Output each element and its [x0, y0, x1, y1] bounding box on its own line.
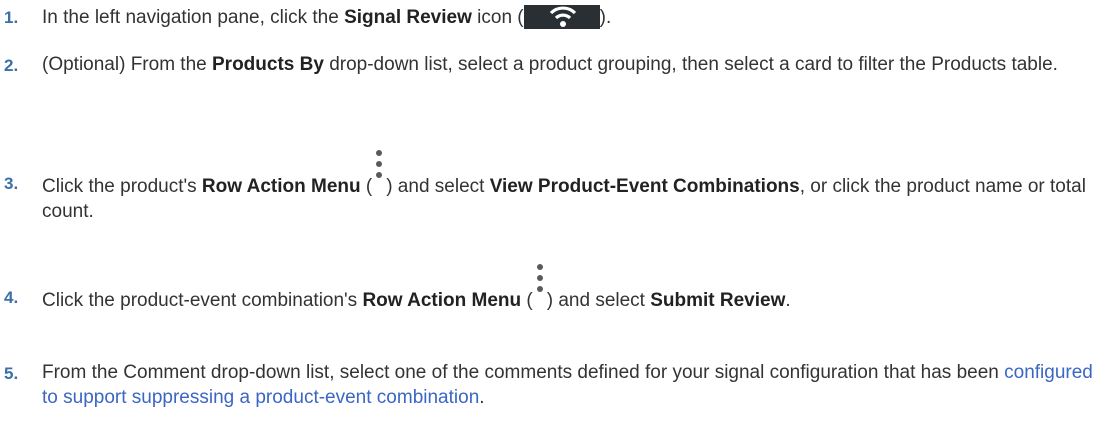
step-number: 1. [4, 8, 19, 27]
kebab-menu-icon [533, 264, 547, 306]
step-number: 3. [4, 174, 19, 193]
step-text: Click the product-event combination's Ro… [42, 264, 1102, 313]
step-number: 2. [4, 56, 19, 75]
step-number: 4. [4, 288, 19, 307]
row-action-menu-label: Row Action Menu [201, 176, 361, 197]
products-by-label: Products By [212, 54, 324, 75]
step-text: Click the product's Row Action Menu () a… [42, 150, 1102, 224]
step-text: In the left navigation pane, click the S… [42, 5, 612, 29]
step-text: From the Comment drop-down list, select … [42, 362, 1093, 408]
signal-review-label: Signal Review [344, 7, 472, 28]
row-action-menu-label: Row Action Menu [362, 290, 522, 311]
kebab-menu-icon [372, 150, 386, 192]
view-product-event-combinations-label: View Product-Event Combinations [489, 176, 800, 197]
step-number: 5. [4, 364, 19, 383]
wifi-signal-icon [523, 5, 600, 29]
submit-review-label: Submit Review [650, 290, 786, 311]
step-text: (Optional) From the Products By drop-dow… [42, 54, 1058, 75]
